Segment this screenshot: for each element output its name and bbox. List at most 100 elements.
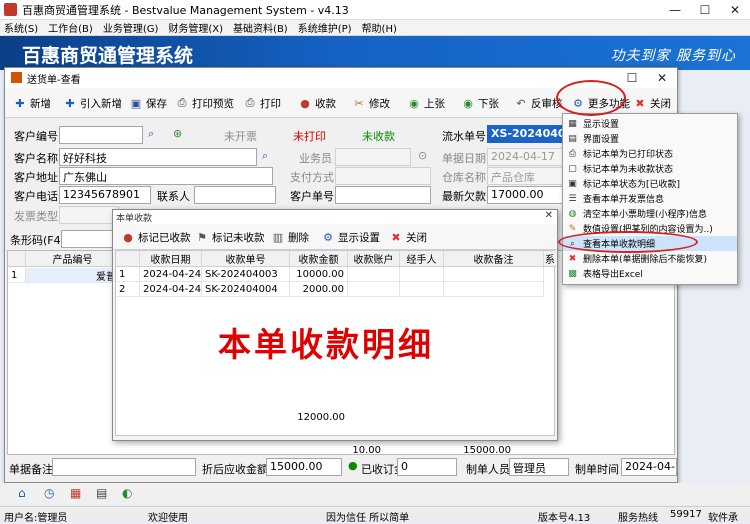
refresh-icon[interactable]: ◐ bbox=[122, 486, 132, 500]
child-close-button[interactable]: ✕ bbox=[647, 68, 677, 88]
mark-unreceived-button[interactable]: ⚑ 标记未收款 bbox=[195, 229, 264, 245]
gear-icon: ⚙ bbox=[323, 230, 333, 244]
coins-icon: ● bbox=[300, 96, 310, 110]
invoice-type-label: 发票类型 bbox=[14, 210, 58, 223]
save-button[interactable]: ▣ 保存 bbox=[129, 95, 167, 111]
menu-item-delete-note[interactable]: ✖ 删除本单(单据删除后不能恢复) bbox=[563, 251, 737, 266]
salesman-select[interactable] bbox=[335, 148, 411, 166]
popup-toolbar: ● 标记已收款 ⚑ 标记未收款 ▥ 删除 ⚙ 显示设置 ✖ 关闭 bbox=[113, 224, 557, 250]
minimize-button[interactable]: — bbox=[660, 0, 690, 20]
table-cell-date[interactable]: 2024-04-24 bbox=[140, 267, 202, 282]
grid-total-qty: 10.00 bbox=[352, 445, 381, 456]
menu-workbench[interactable]: 工作台(B) bbox=[48, 20, 93, 35]
salesman-search-icon[interactable]: ⊙ bbox=[418, 149, 427, 162]
table-cell-amount[interactable]: 2000.00 bbox=[290, 282, 348, 297]
table-cell-remark[interactable] bbox=[444, 267, 544, 282]
discount-label: 折后应收金额 bbox=[202, 463, 268, 476]
table-cell-date[interactable]: 2024-04-24 bbox=[140, 282, 202, 297]
popup-close-icon[interactable]: ✕ bbox=[545, 210, 553, 221]
more-functions-menu: ▦ 显示设置 ▤ 界面设置 ⎙ 标记本单为已打印状态 ▢ 标记本单为未收款状态 ▣ 标记本… bbox=[562, 113, 738, 285]
customer-code-input[interactable] bbox=[59, 126, 143, 144]
table-cell-remark[interactable] bbox=[444, 282, 544, 297]
search-icon[interactable]: ⌕ bbox=[262, 149, 268, 163]
banner-title: 百惠商贸通管理系统 bbox=[22, 45, 194, 67]
table-cell-handler[interactable] bbox=[400, 282, 444, 297]
discount-input: 15000.00 bbox=[266, 458, 342, 476]
arrow-down-icon: ◉ bbox=[463, 96, 473, 110]
grid-total-amount: 15000.00 bbox=[463, 445, 511, 456]
import-new-button[interactable]: ✚ 引入新增 bbox=[63, 95, 122, 111]
serial-input[interactable]: XS-20240400 bbox=[487, 125, 565, 143]
maximize-button[interactable]: ☐ bbox=[690, 0, 720, 20]
customer-addr-input[interactable]: 广东佛山 bbox=[59, 167, 273, 185]
app-banner: 百惠商贸通管理系统 功夫到家 服务到心 bbox=[0, 36, 750, 70]
search-icon[interactable]: ⌕ bbox=[148, 127, 154, 141]
print-status: 未打印 bbox=[293, 130, 326, 143]
table-cell-account[interactable] bbox=[348, 267, 400, 282]
receipt-col-amount: 收款金额 bbox=[290, 251, 348, 267]
remark-input[interactable] bbox=[52, 458, 196, 476]
globe-icon: ◍ bbox=[568, 208, 577, 219]
grid-icon: ▦ bbox=[568, 118, 577, 129]
clock-icon[interactable]: ◷ bbox=[44, 486, 54, 500]
menu-item-mark-printed[interactable]: ⎙ 标记本单为已打印状态 bbox=[563, 146, 737, 161]
menu-item-ui-settings[interactable]: ▤ 界面设置 bbox=[563, 131, 737, 146]
close-button[interactable]: ✕ bbox=[720, 0, 750, 20]
menu-item-export-excel[interactable]: ▩ 表格导出Excel bbox=[563, 266, 737, 281]
barcode-input[interactable] bbox=[61, 230, 115, 248]
close-icon: ✖ bbox=[635, 96, 645, 110]
menu-maintenance[interactable]: 系统维护(P) bbox=[298, 20, 352, 35]
customer-phone-input[interactable]: 12345678901 bbox=[59, 186, 151, 204]
status-bar: 用户名:管理员 欢迎使用 因为信任 所以简单 版本号4.13 服务热线 5991… bbox=[0, 506, 750, 524]
calculator-icon[interactable]: ▤ bbox=[96, 486, 107, 500]
menu-basic-data[interactable]: 基础资料(B) bbox=[233, 20, 288, 35]
refresh-icon[interactable]: ⊛ bbox=[173, 127, 182, 140]
prev-button[interactable]: ◉ 上张 bbox=[407, 95, 445, 111]
mark-received-button[interactable]: ● 标记已收款 bbox=[121, 229, 190, 245]
receipt-col-handler: 经手人 bbox=[400, 251, 444, 267]
grid-row-product[interactable]: 爱普 bbox=[26, 268, 120, 283]
menu-system[interactable]: 系统(S) bbox=[4, 20, 38, 35]
menu-help[interactable]: 帮助(H) bbox=[362, 20, 397, 35]
child-maximize-button[interactable]: ☐ bbox=[617, 68, 647, 88]
serial-label: 流水单号 bbox=[442, 130, 486, 143]
pay-method-select[interactable] bbox=[335, 167, 431, 185]
customer-order-input[interactable] bbox=[335, 186, 431, 204]
date-input[interactable]: 2024-04-17 bbox=[487, 148, 565, 166]
edit-button[interactable]: ✂ 修改 bbox=[352, 95, 390, 111]
table-cell-handler[interactable] bbox=[400, 267, 444, 282]
display-settings-button[interactable]: ⚙ 显示设置 bbox=[321, 229, 380, 245]
contact-input[interactable] bbox=[194, 186, 276, 204]
print-button[interactable]: ⎙ 打印 bbox=[243, 95, 281, 111]
table-cell-account[interactable] bbox=[348, 282, 400, 297]
menu-item-clear-assistant[interactable]: ◍ 清空本单小票助理(小程序)信息 bbox=[563, 206, 737, 221]
menu-business[interactable]: 业务管理(G) bbox=[103, 20, 159, 35]
banner-slogan: 功夫到家 服务到心 bbox=[610, 48, 736, 64]
warehouse-select[interactable]: 产品仓库 bbox=[487, 167, 565, 185]
menu-finance[interactable]: 财务管理(X) bbox=[168, 20, 223, 35]
receive-button[interactable]: ● 收款 bbox=[298, 95, 336, 111]
grid-row-no: 1 bbox=[8, 268, 26, 283]
invoice-type-select[interactable] bbox=[59, 206, 119, 224]
popup-close-button[interactable]: ✖ 关闭 bbox=[389, 229, 427, 245]
table-cell-code[interactable]: SK-202404004 bbox=[202, 282, 290, 297]
home-icon[interactable]: ⌂ bbox=[18, 486, 26, 500]
new-button[interactable]: ✚ 新增 bbox=[13, 95, 51, 111]
calendar-icon[interactable]: ▦ bbox=[70, 486, 81, 500]
grid-header-product: 产品编号 bbox=[26, 251, 120, 267]
save-icon: ▣ bbox=[130, 96, 142, 110]
menu-item-invoice-info[interactable]: ☰ 查看本单开发票信息 bbox=[563, 191, 737, 206]
receipt-col-date: 收款日期 bbox=[140, 251, 202, 267]
delete-button[interactable]: ▥ 删除 bbox=[271, 229, 309, 245]
menu-item-display-settings[interactable]: ▦ 显示设置 bbox=[563, 116, 737, 131]
next-button[interactable]: ◉ 下张 bbox=[461, 95, 499, 111]
customer-name-input[interactable]: 好好科技 bbox=[59, 148, 257, 166]
table-cell-amount[interactable]: 10000.00 bbox=[290, 267, 348, 282]
print-preview-button[interactable]: ⎙ 打印预览 bbox=[175, 95, 234, 111]
menu-item-mark-unpaid[interactable]: ▢ 标记本单为未收款状态 bbox=[563, 161, 737, 176]
make-time-label: 制单时间 bbox=[575, 463, 619, 476]
menu-item-mark-paid[interactable]: ▣ 标记本单状态为[已收款] bbox=[563, 176, 737, 191]
date-label: 单据日期 bbox=[442, 152, 486, 165]
table-cell-code[interactable]: SK-202404003 bbox=[202, 267, 290, 282]
close-window-button[interactable]: ✖ 关闭 bbox=[633, 95, 671, 111]
